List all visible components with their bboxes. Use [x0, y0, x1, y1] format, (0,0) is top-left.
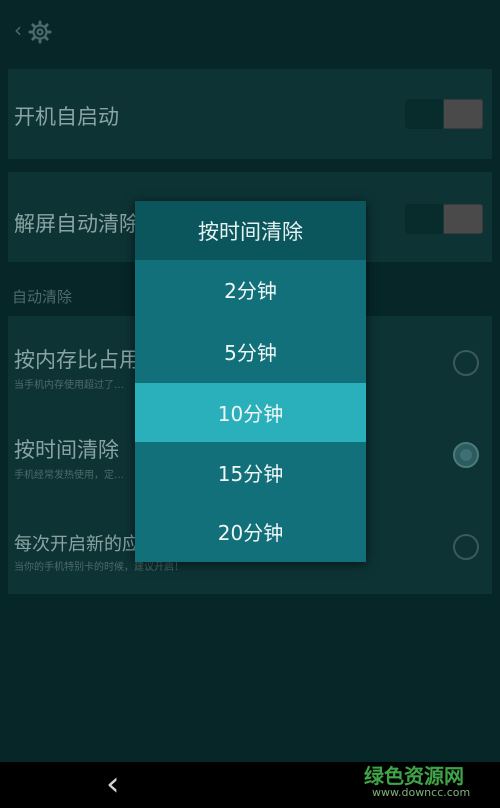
option-title: 按时间清除 — [14, 438, 119, 462]
toggle-knob — [405, 204, 444, 234]
option-subtitle: 手机经常发热使用，定… — [14, 470, 124, 481]
toggle-knob — [405, 99, 444, 129]
setting-row-boot-autostart[interactable]: 开机自启动 — [8, 69, 492, 159]
radio-button[interactable] — [453, 350, 479, 376]
setting-title: 开机自启动 — [14, 105, 119, 129]
watermark-url: www.downcc.com — [372, 786, 471, 799]
section-label: 自动清除 — [12, 288, 73, 306]
unlock-autoclean-toggle[interactable] — [405, 204, 483, 234]
boot-autostart-toggle[interactable] — [405, 99, 483, 129]
dialog-option[interactable]: 5分钟 — [135, 322, 366, 381]
radio-button[interactable] — [453, 534, 479, 560]
option-title: 按内存比占用 — [14, 348, 140, 372]
option-title: 每次开启新的应 — [14, 534, 140, 555]
dialog-option[interactable]: 20分钟 — [135, 502, 366, 561]
dialog-title: 按时间清除 — [135, 201, 366, 260]
dialog-option-selected[interactable]: 10分钟 — [135, 383, 366, 442]
radio-button-checked[interactable] — [453, 442, 479, 468]
gear-icon[interactable] — [28, 20, 52, 44]
dialog-option[interactable]: 2分钟 — [135, 260, 366, 319]
watermark-brand: 绿色资源网 — [364, 764, 464, 788]
setting-title: 解屏自动清除 — [14, 212, 140, 236]
back-chevron-icon[interactable]: ‹ — [14, 18, 22, 42]
time-clean-dialog: 按时间清除 2分钟 5分钟 10分钟 15分钟 20分钟 — [135, 201, 366, 562]
option-subtitle: 当手机内存使用超过了… — [14, 380, 124, 391]
nav-back-icon[interactable]: ‹ — [106, 764, 120, 804]
top-bar — [0, 0, 500, 62]
dialog-option[interactable]: 15分钟 — [135, 443, 366, 502]
